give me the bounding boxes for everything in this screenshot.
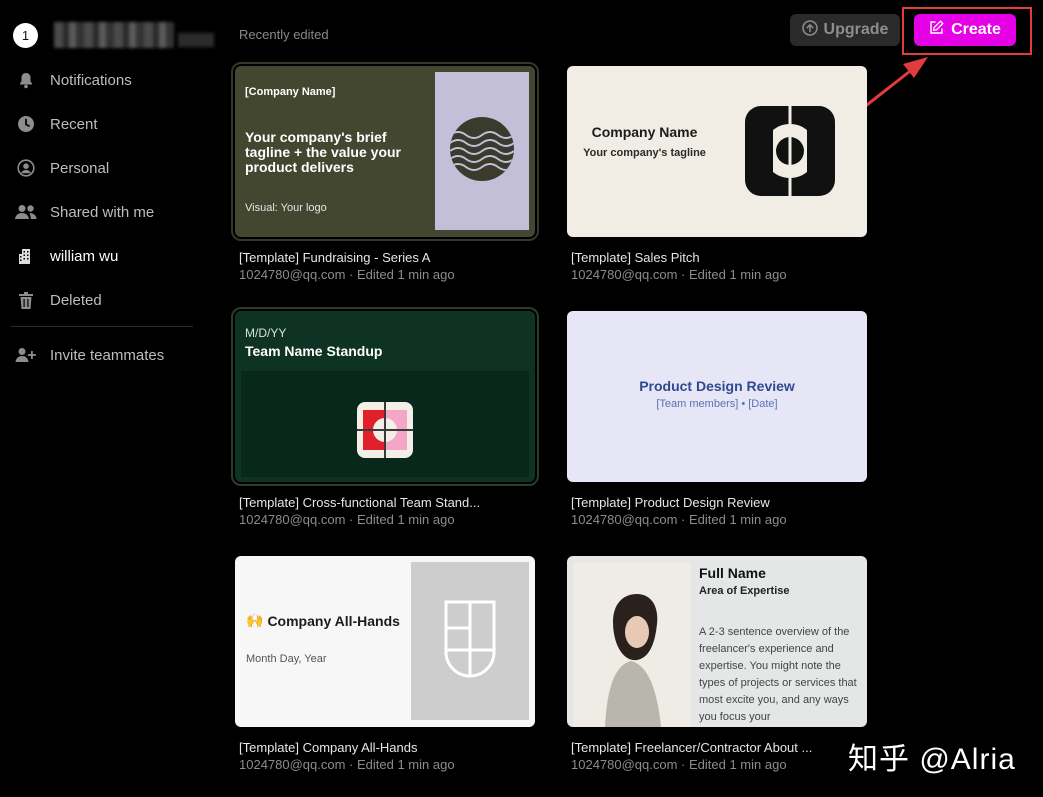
sidebar-item-personal[interactable]: Personal bbox=[14, 153, 194, 183]
sidebar-item-label: Shared with me bbox=[50, 203, 155, 221]
template-card-team-standup[interactable]: M/D/YY Team Name Standup bbox=[231, 307, 539, 486]
preview-company-name: [Company Name] bbox=[245, 86, 336, 98]
users-icon bbox=[14, 202, 38, 222]
template-card-design-review[interactable]: Product Design Review [Team members] • [… bbox=[567, 311, 867, 482]
user-plus-icon bbox=[14, 345, 38, 365]
card-title[interactable]: [Template] Fundraising - Series A bbox=[239, 250, 539, 265]
portrait-photo bbox=[573, 562, 691, 727]
preview-logo-panel bbox=[435, 72, 529, 230]
preview-company-name: Company Name bbox=[591, 124, 698, 140]
card-title[interactable]: [Template] Freelancer/Contractor About .… bbox=[571, 740, 871, 755]
account-badge: 1 bbox=[13, 22, 38, 48]
upgrade-label: Upgrade bbox=[823, 21, 889, 38]
standup-logo-icon bbox=[357, 402, 413, 458]
outline-logo-icon bbox=[444, 600, 496, 678]
preview-full-name: Full Name bbox=[699, 565, 766, 581]
building-icon bbox=[14, 246, 38, 266]
preview-title: Team Name Standup bbox=[245, 343, 383, 359]
upgrade-button[interactable]: Upgrade bbox=[790, 14, 900, 46]
account-switcher[interactable]: 1 bbox=[13, 22, 214, 48]
template-card-fundraising[interactable]: [Company Name] Your company's brief tagl… bbox=[231, 62, 539, 241]
sidebar-item-label: Recent bbox=[50, 115, 98, 133]
preview-date: M/D/YY bbox=[245, 326, 287, 340]
sidebar-item-recent[interactable]: Recent bbox=[14, 109, 194, 139]
preview-body bbox=[241, 371, 529, 477]
card-title[interactable]: [Template] Company All-Hands bbox=[239, 740, 539, 755]
sidebar-item-notifications[interactable]: Notifications bbox=[14, 65, 194, 95]
card-meta: 1024780@qq.com · Edited 1 min ago bbox=[571, 757, 787, 772]
card-meta: 1024780@qq.com · Edited 1 min ago bbox=[571, 267, 787, 282]
preview-tagline: Your company's brief tagline + the value… bbox=[245, 129, 401, 175]
user-circle-icon bbox=[14, 158, 38, 178]
sidebar-item-label: Deleted bbox=[50, 291, 102, 309]
annotation-highlight-box bbox=[902, 7, 1032, 55]
template-card-freelancer[interactable]: Full Name Area of Expertise A 2-3 senten… bbox=[567, 556, 867, 727]
card-title[interactable]: [Template] Cross-functional Team Stand..… bbox=[239, 495, 539, 510]
template-card-all-hands[interactable]: 🙌 Company All-Hands Month Day, Year bbox=[235, 556, 535, 727]
trash-icon bbox=[14, 290, 38, 310]
card-title[interactable]: [Template] Sales Pitch bbox=[571, 250, 871, 265]
sidebar-item-label: william wu bbox=[50, 247, 119, 265]
sidebar-item-deleted[interactable]: Deleted bbox=[14, 285, 194, 315]
preview-expertise: Area of Expertise bbox=[699, 585, 790, 597]
sidebar-divider bbox=[11, 326, 193, 327]
account-name-redacted-tail bbox=[178, 33, 214, 47]
account-name-redacted bbox=[54, 22, 174, 48]
sidebar-item-shared[interactable]: Shared with me bbox=[14, 197, 194, 227]
preview-overview: A 2-3 sentence overview of the freelance… bbox=[699, 626, 857, 723]
card-meta: 1024780@qq.com · Edited 1 min ago bbox=[571, 512, 787, 527]
preview-title: 🙌 Company All-Hands bbox=[246, 612, 400, 629]
raised-hands-icon: 🙌 bbox=[246, 612, 264, 628]
company-logo-icon bbox=[745, 106, 835, 196]
card-title[interactable]: [Template] Product Design Review bbox=[571, 495, 871, 510]
preview-footnote: Visual: Your logo bbox=[245, 202, 327, 214]
sidebar-item-label: Personal bbox=[50, 159, 110, 177]
card-meta: 1024780@qq.com · Edited 1 min ago bbox=[239, 512, 455, 527]
sidebar-item-workspace[interactable]: william wu bbox=[14, 241, 194, 271]
upgrade-arrow-icon bbox=[801, 19, 818, 41]
clock-icon bbox=[14, 114, 38, 134]
sidebar-item-label: Notifications bbox=[50, 71, 132, 89]
card-meta: 1024780@qq.com · Edited 1 min ago bbox=[239, 757, 455, 772]
watermark: 知乎 @Alria bbox=[848, 743, 1016, 776]
sidebar-item-label: Invite teammates bbox=[50, 346, 165, 364]
sidebar: 1 Notifications Recent Personal Shared w… bbox=[0, 0, 214, 797]
bell-icon bbox=[14, 70, 38, 90]
template-card-sales-pitch[interactable]: Company Name Your company's tagline bbox=[567, 66, 867, 237]
preview-tagline: Your company's tagline bbox=[583, 147, 706, 159]
preview-date: Month Day, Year bbox=[246, 653, 327, 665]
preview-logo-panel bbox=[411, 562, 529, 720]
section-title: Recently edited bbox=[239, 27, 329, 42]
preview-title-text: Company All-Hands bbox=[267, 612, 400, 629]
invite-teammates-button[interactable]: Invite teammates bbox=[14, 340, 194, 370]
card-meta: 1024780@qq.com · Edited 1 min ago bbox=[239, 267, 455, 282]
preview-subtitle: [Team members] • [Date] bbox=[656, 398, 778, 410]
wave-logo-icon bbox=[450, 117, 514, 181]
preview-title: Product Design Review bbox=[639, 378, 795, 394]
